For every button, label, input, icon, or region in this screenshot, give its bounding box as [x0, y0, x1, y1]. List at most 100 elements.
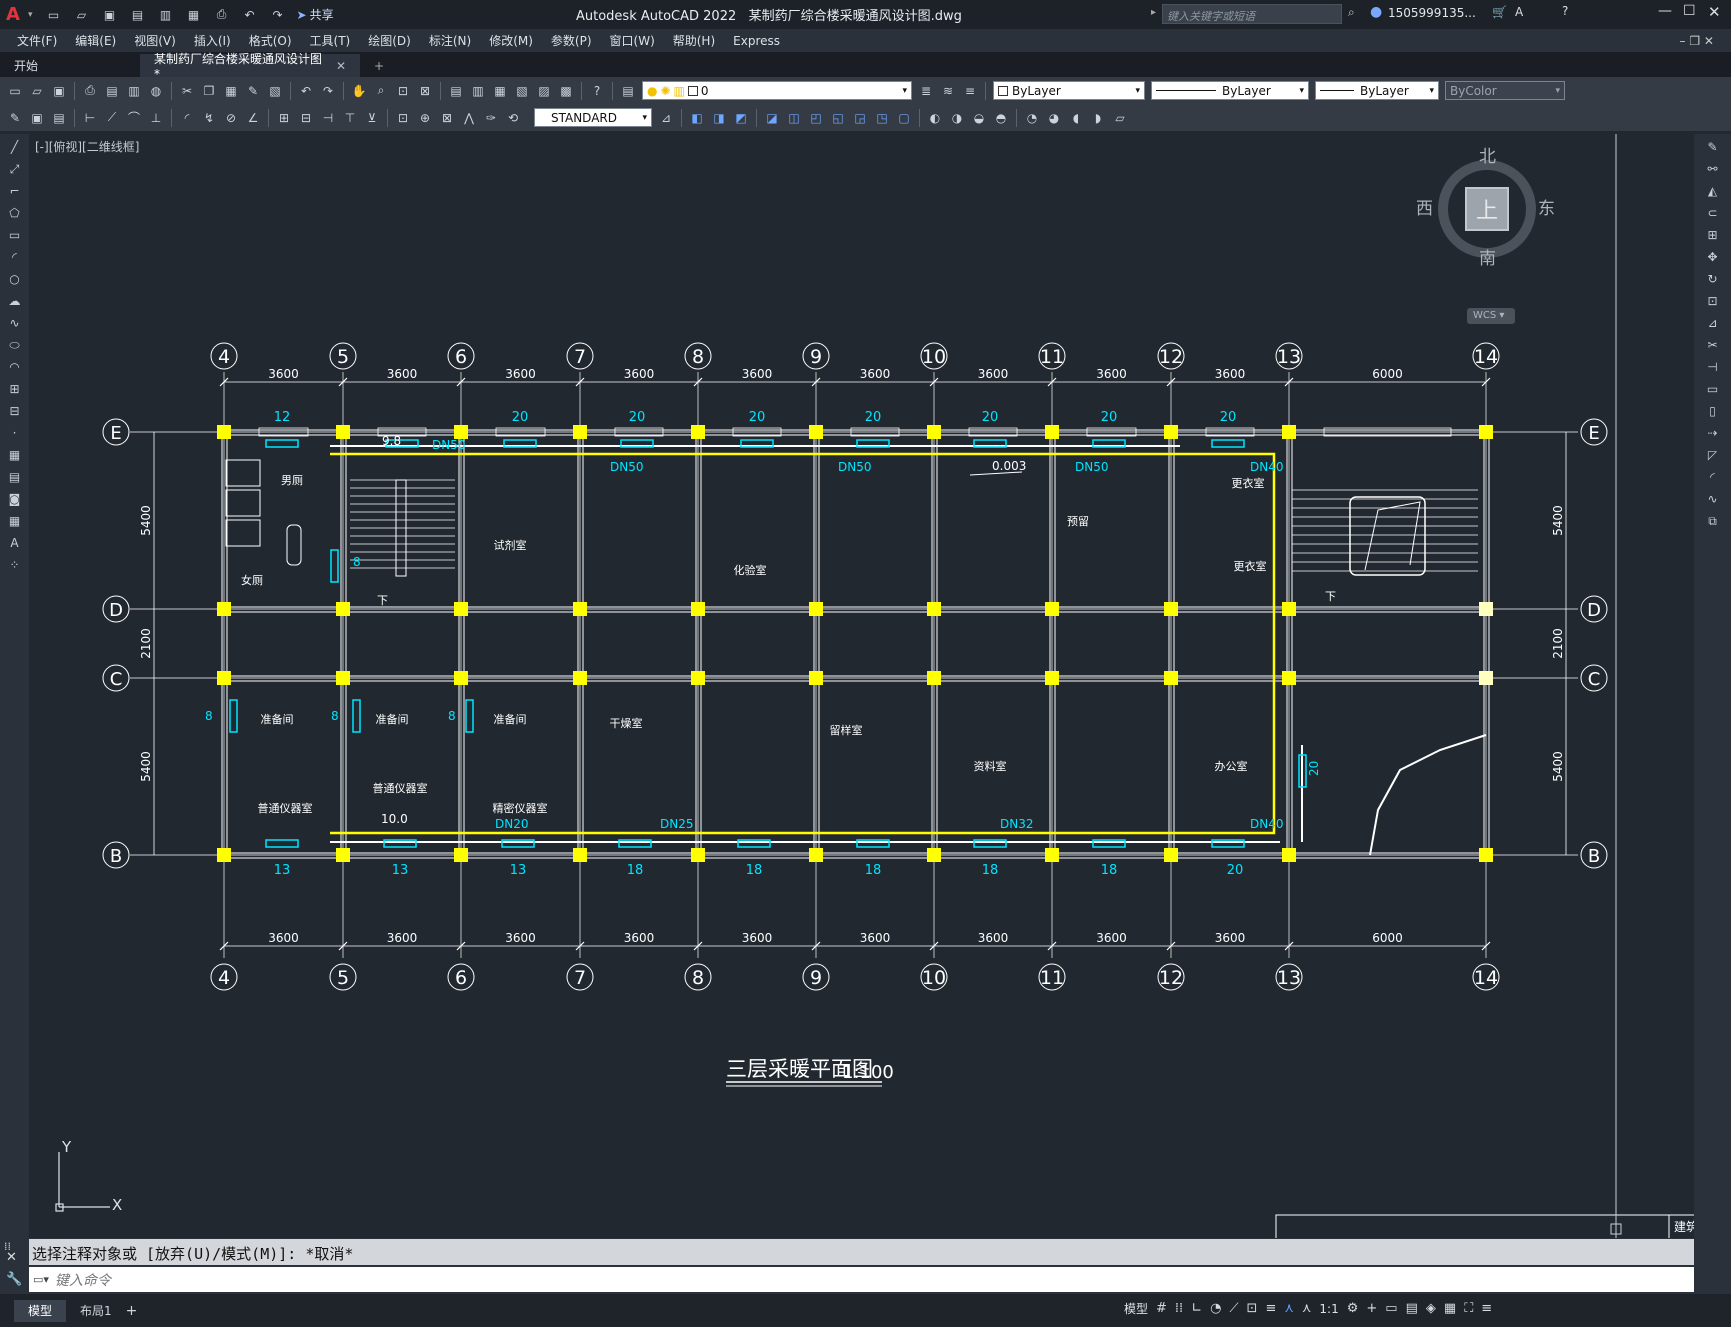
- save-icon[interactable]: ▣: [101, 6, 119, 24]
- mirror-icon[interactable]: ◭: [1704, 182, 1722, 200]
- isodraft-icon[interactable]: ⟋: [1229, 1301, 1238, 1316]
- attr-icon[interactable]: ▣: [28, 109, 46, 127]
- shell-icon[interactable]: ◓: [992, 109, 1010, 127]
- undo2-icon[interactable]: ↶: [297, 82, 315, 100]
- share-icon[interactable]: ➤: [297, 8, 307, 22]
- annotation-monitor-icon[interactable]: +: [1366, 1301, 1377, 1316]
- press-pull-icon[interactable]: ◫: [785, 109, 803, 127]
- annotation-scale-value[interactable]: 1:1: [1319, 1302, 1338, 1316]
- line-icon[interactable]: ╱: [6, 138, 24, 156]
- rotate-icon[interactable]: ↻: [1704, 270, 1722, 288]
- edit-icon[interactable]: ✎: [6, 109, 24, 127]
- share-button[interactable]: 共享: [310, 6, 334, 23]
- mtext-icon[interactable]: A: [6, 534, 24, 552]
- block-icon[interactable]: ▤: [50, 109, 68, 127]
- add-layout-icon[interactable]: +: [126, 1303, 138, 1319]
- autodesk-app-icon[interactable]: A: [1515, 5, 1523, 19]
- arc-icon[interactable]: ◜: [6, 248, 24, 266]
- move-icon[interactable]: ✥: [1704, 248, 1722, 266]
- explode-icon[interactable]: ⧉: [1704, 512, 1722, 530]
- tab-start[interactable]: 开始: [0, 54, 140, 77]
- layout1-tab[interactable]: 布局1: [66, 1302, 126, 1319]
- tab-close-icon[interactable]: ✕: [336, 59, 346, 73]
- redo2-icon[interactable]: ↷: [319, 82, 337, 100]
- interfere-icon[interactable]: ◖: [1067, 109, 1085, 127]
- layer-manager-icon[interactable]: ▤: [619, 82, 637, 100]
- menu-edit[interactable]: 编辑(E): [75, 32, 116, 49]
- command-input-row[interactable]: ▭▾ 键入命令: [29, 1267, 1694, 1292]
- sheet-set-icon[interactable]: ▧: [513, 82, 531, 100]
- help2-icon[interactable]: ?: [588, 82, 606, 100]
- move-faces-icon[interactable]: ◰: [807, 109, 825, 127]
- paste-icon[interactable]: ▦: [222, 82, 240, 100]
- qnew-icon[interactable]: ▭: [6, 82, 24, 100]
- globe-icon[interactable]: ◍: [147, 82, 165, 100]
- model-tab[interactable]: 模型: [14, 1299, 67, 1322]
- center-mark-icon[interactable]: ⊕: [416, 109, 434, 127]
- break-at-point-icon[interactable]: ▭: [1704, 380, 1722, 398]
- osnap-icon[interactable]: ⊡: [1247, 1301, 1258, 1316]
- clean-icon[interactable]: ◑: [948, 109, 966, 127]
- dim-radius-icon[interactable]: ◜: [178, 109, 196, 127]
- dim-linear-icon[interactable]: ⊢: [81, 109, 99, 127]
- slice-icon[interactable]: ◕: [1045, 109, 1063, 127]
- extend-icon[interactable]: ⊣: [1704, 358, 1722, 376]
- dim-baseline-icon[interactable]: ⊟: [297, 109, 315, 127]
- copy-icon[interactable]: ❐: [200, 82, 218, 100]
- search-icon[interactable]: ⌕: [1348, 5, 1355, 20]
- rectangle-icon[interactable]: ▭: [6, 226, 24, 244]
- minimize-icon[interactable]: —: [1658, 3, 1672, 19]
- search-expand-icon[interactable]: ▸: [1151, 7, 1156, 18]
- chamfer-icon[interactable]: ◸: [1704, 446, 1722, 464]
- tab-drawing[interactable]: 某制药厂综合楼采暖通风设计图* ✕: [140, 52, 360, 81]
- quick-props-icon[interactable]: ▤: [1406, 1301, 1418, 1316]
- region-icon[interactable]: ◙: [6, 490, 24, 508]
- intersect-icon[interactable]: ◩: [732, 109, 750, 127]
- doc-window-controls[interactable]: – ❐ ✕: [1680, 34, 1714, 48]
- menu-window[interactable]: 窗口(W): [610, 32, 655, 49]
- separate-icon[interactable]: ◒: [970, 109, 988, 127]
- lineweight-select[interactable]: ByLayer ▾: [1315, 81, 1439, 100]
- polygon-icon[interactable]: ⬠: [6, 204, 24, 222]
- dimstyle-icon[interactable]: ⊿: [657, 109, 675, 127]
- viewcube[interactable]: 上 北 南 西 东 WCS ▾: [1416, 140, 1556, 324]
- dim-aligned-icon[interactable]: ⟋: [103, 109, 121, 127]
- print-preview-icon[interactable]: ▦: [185, 6, 203, 24]
- taper-faces-icon[interactable]: ◲: [851, 109, 869, 127]
- stretch-icon[interactable]: ⊿: [1704, 314, 1722, 332]
- dim-jogged-icon[interactable]: ↯: [200, 109, 218, 127]
- graphics-icon[interactable]: ▦: [1444, 1301, 1456, 1316]
- offset-icon[interactable]: ⊂: [1704, 204, 1722, 222]
- markup-icon[interactable]: ▨: [535, 82, 553, 100]
- ellipse-arc-icon[interactable]: ◠: [6, 358, 24, 376]
- dim-angular-icon[interactable]: ∠: [244, 109, 262, 127]
- check-icon[interactable]: ◗: [1089, 109, 1107, 127]
- cmd-close-icon[interactable]: ✕: [6, 1250, 17, 1265]
- array-icon[interactable]: ⊞: [1704, 226, 1722, 244]
- layer-state-icon[interactable]: ≡: [961, 82, 979, 100]
- print-icon[interactable]: ⎙: [213, 6, 231, 24]
- save-as-icon[interactable]: ▤: [129, 6, 147, 24]
- break-icon[interactable]: ▯: [1704, 402, 1722, 420]
- annotation-visibility-icon[interactable]: ⋏: [1284, 1301, 1294, 1316]
- color-select[interactable]: ByLayer ▾: [993, 81, 1145, 100]
- table-icon[interactable]: ▦: [6, 512, 24, 530]
- zoom-previous-icon[interactable]: ⊠: [416, 82, 434, 100]
- qopen-icon[interactable]: ▱: [28, 82, 46, 100]
- construction-line-icon[interactable]: ⤢: [6, 160, 24, 178]
- join-icon[interactable]: ⇢: [1704, 424, 1722, 442]
- cmd-customize-icon[interactable]: 🔧: [6, 1272, 22, 1287]
- user-name[interactable]: 1505999135...: [1388, 6, 1476, 20]
- dim-update-icon[interactable]: ⟲: [504, 109, 522, 127]
- workspace-gear-icon[interactable]: ⚙: [1347, 1301, 1359, 1316]
- scale-icon[interactable]: ⊡: [1704, 292, 1722, 310]
- dim-edit-icon[interactable]: ✑: [482, 109, 500, 127]
- polyline-icon[interactable]: ⌐: [6, 182, 24, 200]
- revcloud-icon[interactable]: ☁: [6, 292, 24, 310]
- cart-icon[interactable]: 🛒: [1492, 5, 1507, 19]
- properties-icon[interactable]: ▤: [447, 82, 465, 100]
- menu-dimension[interactable]: 标注(N): [429, 32, 471, 49]
- tolerance-icon[interactable]: ⊡: [394, 109, 412, 127]
- subtract-icon[interactable]: ◨: [710, 109, 728, 127]
- make-current-icon[interactable]: ≣: [917, 82, 935, 100]
